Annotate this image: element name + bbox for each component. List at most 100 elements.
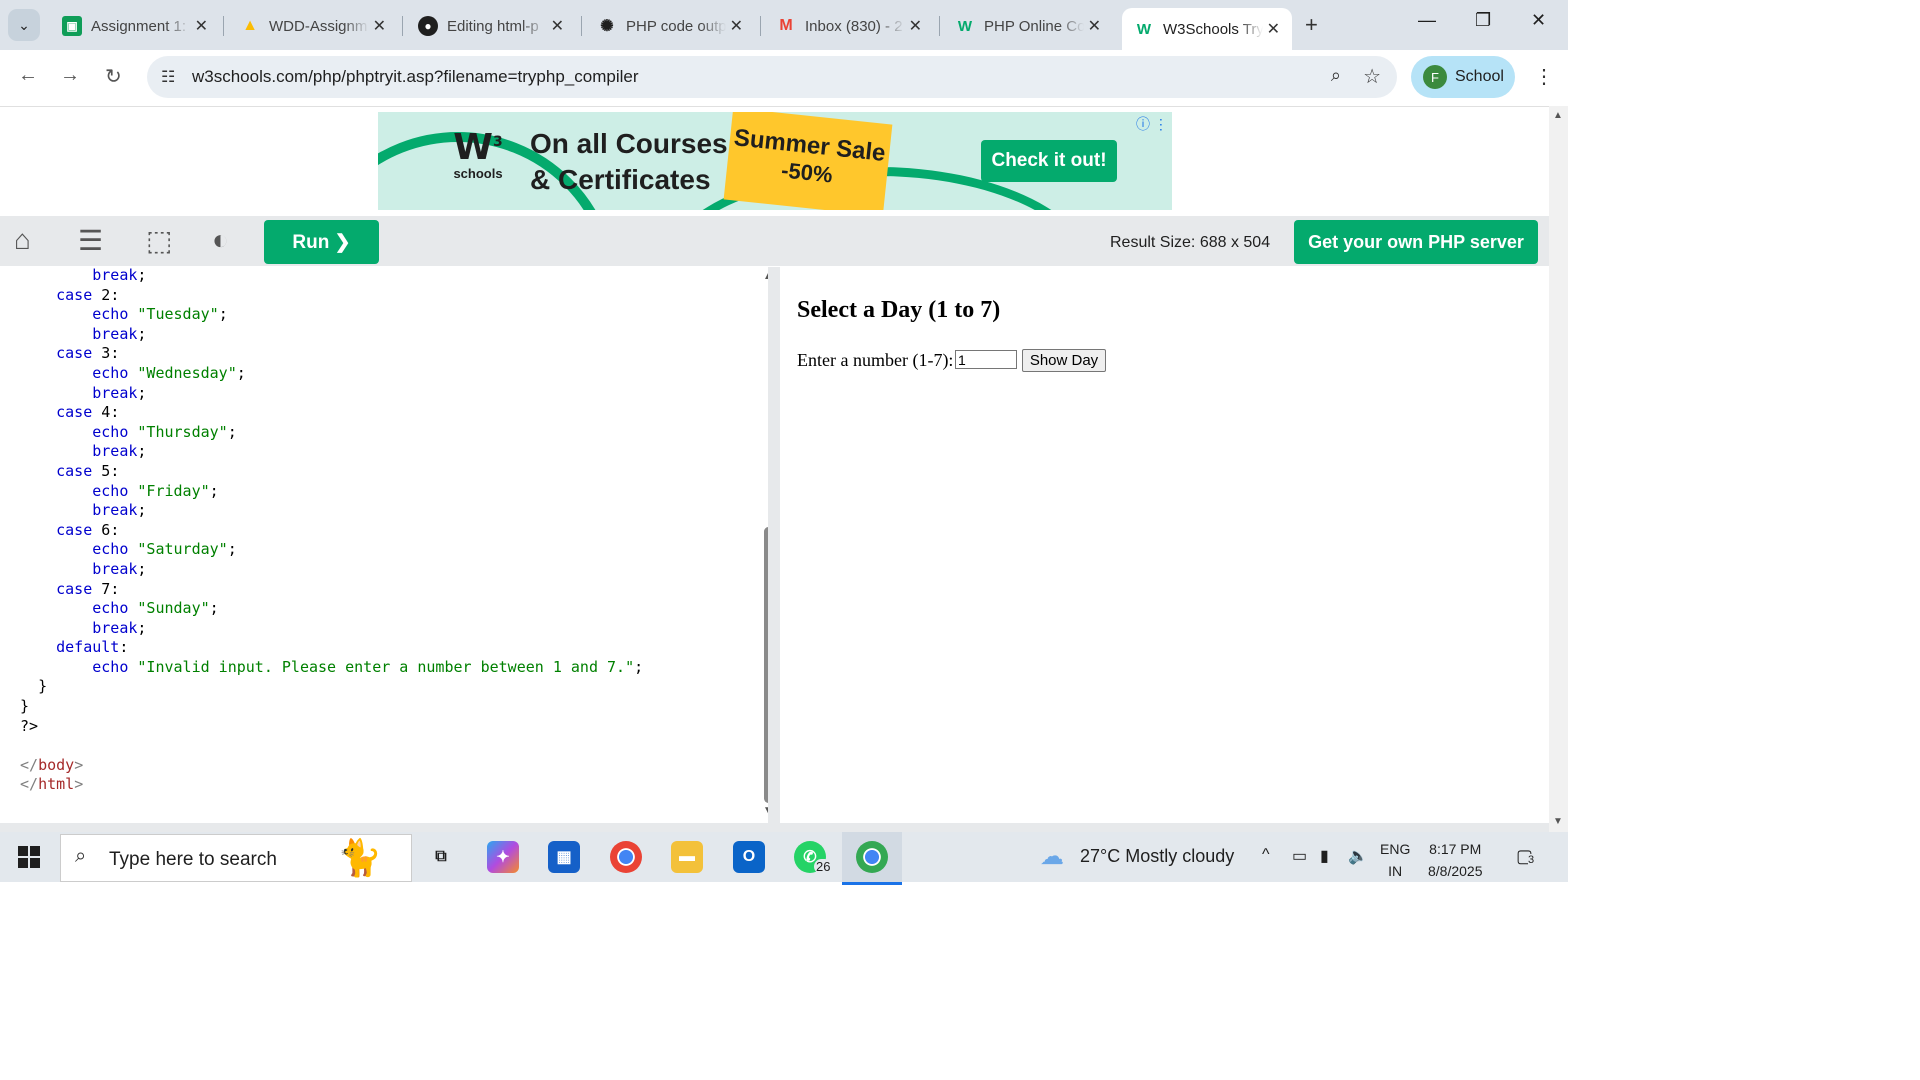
code-line[interactable]: case 6: [20, 521, 643, 541]
code-line[interactable]: case 7: [20, 580, 643, 600]
url-text[interactable]: w3schools.com/php/phptryit.asp?filename=… [192, 67, 638, 87]
code-line[interactable]: break; [20, 267, 643, 286]
window-close-icon[interactable]: ✕ [1531, 10, 1546, 31]
weather-cloud-icon[interactable]: ☁ [1040, 842, 1064, 871]
outlook-icon[interactable]: O [733, 841, 765, 873]
address-bar[interactable]: ☷ w3schools.com/php/phptryit.asp?filenam… [147, 56, 1397, 98]
code-line[interactable]: case 4: [20, 403, 643, 423]
tab-assignment[interactable]: ▣ Assignment 1: ✕ [50, 8, 220, 44]
meet-now-icon[interactable]: ▭ [1292, 846, 1307, 866]
code-line[interactable]: default: [20, 638, 643, 658]
ad-info-icon[interactable]: ⓘ ⋮ [1136, 114, 1168, 134]
copilot-icon[interactable]: ✦ [487, 841, 519, 873]
tab-title: Assignment 1: [91, 17, 187, 35]
page-scrollbar[interactable]: ▲ ▼ [1549, 106, 1568, 832]
code-line[interactable]: echo "Thursday"; [20, 423, 643, 443]
ad-banner[interactable]: W3 schools On all Courses & Certificates… [378, 112, 1172, 210]
code-line[interactable]: </body> [20, 756, 643, 776]
code-editor[interactable]: break; case 2: echo "Tuesday"; break; ca… [10, 267, 768, 823]
scroll-up-icon[interactable]: ▲ [1553, 110, 1563, 121]
restore-icon[interactable]: ❐ [1475, 10, 1491, 31]
code-content[interactable]: break; case 2: echo "Tuesday"; break; ca… [20, 267, 643, 795]
forward-arrow-icon[interactable]: → [60, 64, 80, 87]
menu-icon[interactable]: ☰ [78, 224, 103, 257]
close-icon[interactable]: ✕ [730, 16, 743, 36]
battery-icon[interactable]: ▮ [1320, 846, 1329, 866]
code-token: : [110, 285, 120, 304]
code-token: echo [92, 422, 138, 441]
close-icon[interactable]: ✕ [1088, 16, 1101, 36]
back-arrow-icon[interactable]: ← [18, 64, 38, 87]
code-line[interactable]: echo "Sunday"; [20, 599, 643, 619]
w3schools-logo: W3 schools [448, 124, 508, 184]
code-line[interactable]: echo "Friday"; [20, 482, 643, 502]
microsoft-store-icon[interactable]: ▦ [548, 841, 580, 873]
taskbar-search[interactable]: ⌕ Type here to search 🐈 [60, 834, 412, 882]
code-line[interactable]: } [20, 677, 643, 697]
scroll-down-icon[interactable]: ▼ [1553, 816, 1563, 827]
code-token: 2 [101, 285, 111, 304]
code-line[interactable]: break; [20, 560, 643, 580]
close-icon[interactable]: ✕ [373, 16, 386, 36]
tab-gmail-inbox[interactable]: M Inbox (830) - 2 ✕ [764, 8, 934, 44]
weather-text[interactable]: 27°C Mostly cloudy [1080, 846, 1234, 867]
code-line[interactable]: break; [20, 325, 643, 345]
code-token: ; [209, 599, 219, 618]
zoom-magnifier-icon[interactable]: ⌕ [1331, 65, 1341, 86]
code-line[interactable]: break; [20, 384, 643, 404]
minimize-icon[interactable]: — [1418, 10, 1436, 31]
code-line[interactable]: echo "Tuesday"; [20, 305, 643, 325]
code-line[interactable] [20, 736, 643, 756]
tab-php-online[interactable]: W PHP Online Co ✕ [943, 8, 1113, 44]
code-line[interactable]: ?> [20, 717, 643, 737]
close-icon[interactable]: ✕ [551, 16, 564, 36]
code-line[interactable]: } [20, 697, 643, 717]
new-tab-plus-icon[interactable]: + [1305, 12, 1318, 38]
get-php-server-button[interactable]: Get your own PHP server [1294, 220, 1538, 264]
show-day-button[interactable]: Show Day [1022, 349, 1106, 372]
code-line[interactable]: echo "Saturday"; [20, 540, 643, 560]
chrome-profile-icon[interactable] [856, 841, 888, 873]
dark-mode-icon[interactable]: ◐ [212, 224, 229, 256]
close-icon[interactable]: ✕ [909, 16, 922, 36]
ad-cta-button[interactable]: Check it out! [981, 140, 1117, 182]
system-clock[interactable]: 8:17 PM 8/8/2025 [1428, 838, 1483, 882]
bookmark-star-icon[interactable]: ☆ [1363, 64, 1381, 89]
code-line[interactable]: case 3: [20, 344, 643, 364]
code-line[interactable]: </html> [20, 775, 643, 795]
tab-github-editing[interactable]: ● Editing html-p ✕ [406, 8, 576, 44]
code-line[interactable]: break; [20, 619, 643, 639]
code-line[interactable]: echo "Wednesday"; [20, 364, 643, 384]
home-icon[interactable]: ⌂ [14, 224, 31, 256]
profile-button[interactable]: F School [1411, 56, 1515, 98]
chrome-icon[interactable] [610, 841, 642, 873]
close-icon[interactable]: ✕ [1267, 19, 1280, 39]
windows-taskbar: ⌕ Type here to search 🐈 ⧉ ✦ ▦ ▬ O ✆ 26 ☁… [0, 832, 1568, 885]
browser-menu-icon[interactable]: ⋮ [1534, 64, 1554, 89]
rotate-layout-icon[interactable]: ⬚ [146, 224, 172, 257]
close-icon[interactable]: ✕ [195, 16, 208, 36]
tab-wdd-assignment[interactable]: ▲ WDD-Assignm ✕ [228, 8, 398, 44]
pane-divider[interactable] [768, 267, 780, 823]
run-button[interactable]: Run ❯ [264, 220, 379, 264]
code-line[interactable]: echo "Invalid input. Please enter a numb… [20, 658, 643, 678]
code-line[interactable]: case 2: [20, 286, 643, 306]
day-number-input[interactable] [955, 350, 1017, 369]
tab-search-chevron-icon[interactable]: ⌄ [8, 9, 40, 41]
reload-icon[interactable]: ↻ [105, 64, 122, 89]
hidden-icons-chevron-icon[interactable]: ^ [1262, 846, 1270, 864]
windows-start-icon[interactable] [18, 846, 40, 868]
search-highlight-cat-icon[interactable]: 🐈 [337, 837, 382, 879]
site-settings-icon[interactable]: ☷ [161, 67, 175, 87]
code-line[interactable]: break; [20, 501, 643, 521]
tab-chatgpt-php[interactable]: ✺ PHP code outp ✕ [585, 8, 755, 44]
code-line[interactable]: break; [20, 442, 643, 462]
volume-icon[interactable]: 🔈 [1348, 846, 1368, 866]
editor-scrollbar[interactable]: ▲ ▼ [759, 267, 768, 823]
code-line[interactable]: case 5: [20, 462, 643, 482]
language-indicator[interactable]: ENG IN [1380, 838, 1410, 882]
file-explorer-icon[interactable]: ▬ [671, 841, 703, 873]
notification-center-icon[interactable]: ▢ 3 [1516, 846, 1535, 867]
tab-w3schools-tryit[interactable]: W W3Schools Try ✕ [1122, 8, 1292, 50]
task-view-icon[interactable]: ⧉ [425, 841, 457, 873]
